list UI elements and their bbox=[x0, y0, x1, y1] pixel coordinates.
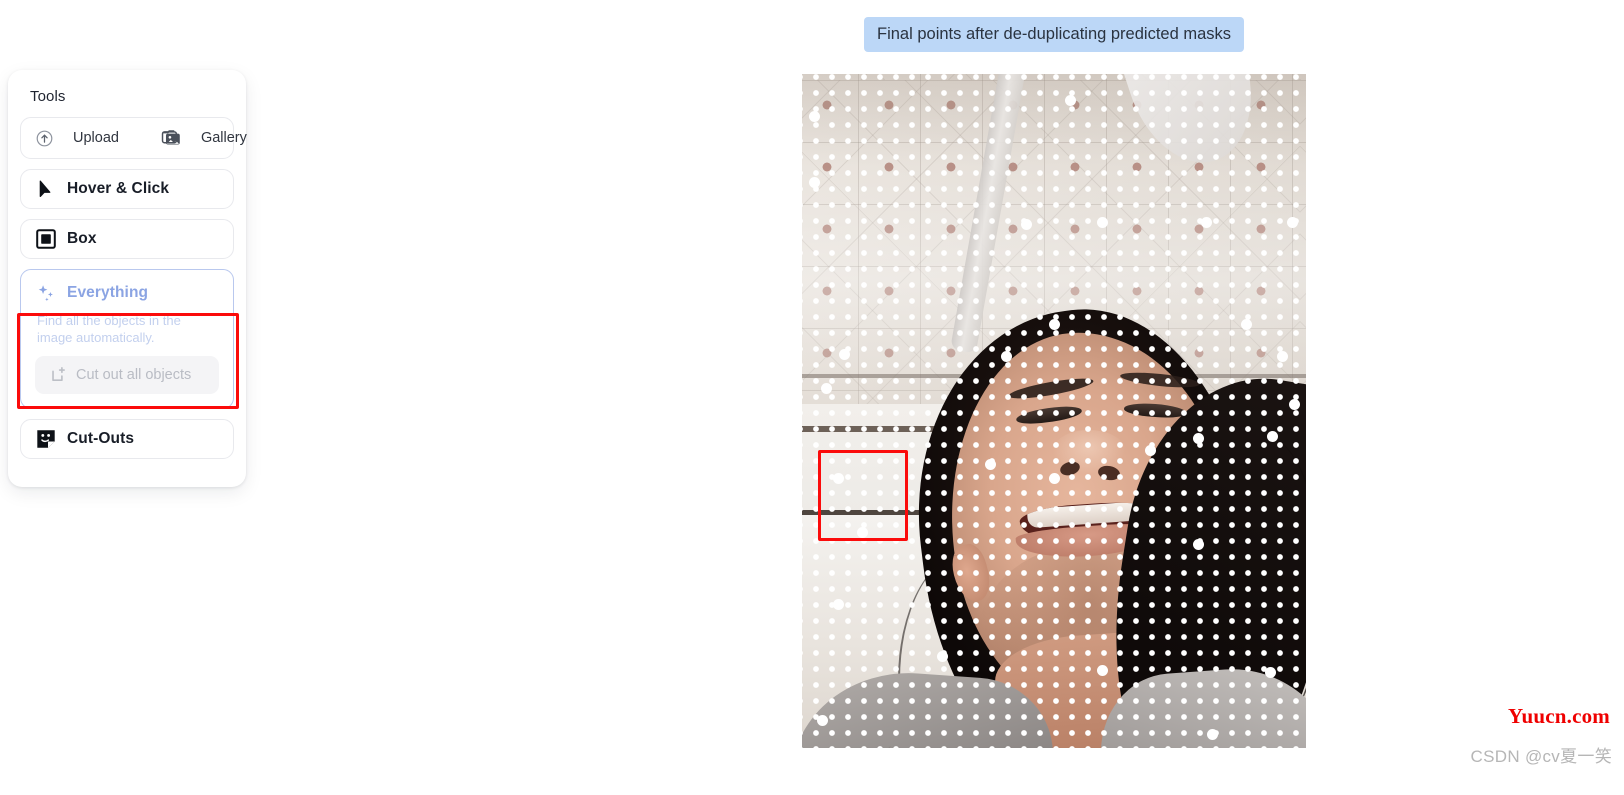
watermark-secondary: CSDN @cv夏一笑 bbox=[1470, 747, 1612, 766]
segmentation-image-canvas[interactable] bbox=[802, 74, 1306, 748]
sticker-face-icon bbox=[35, 428, 57, 450]
watermark-primary: Yuucn.com bbox=[1508, 704, 1610, 728]
cut-out-all-objects-button[interactable]: Cut out all objects bbox=[35, 356, 219, 394]
gallery-image-icon bbox=[161, 127, 183, 149]
tools-panel: Tools Upload Gallery Hover & Click Box E… bbox=[8, 70, 247, 487]
gallery-label: Gallery bbox=[200, 130, 247, 146]
everything-description: Find all the objects in the image automa… bbox=[37, 313, 181, 345]
cut-out-plus-icon bbox=[49, 364, 67, 386]
upload-label: Upload bbox=[73, 130, 119, 146]
deduplicated-point-markers bbox=[802, 74, 1306, 748]
sidebar-item-everything[interactable]: Everything Find all the objects in the i… bbox=[20, 269, 234, 409]
sidebar-item-box[interactable]: Box bbox=[20, 219, 234, 259]
cut-out-all-objects-label: Cut out all objects bbox=[76, 367, 192, 383]
everything-label: Everything bbox=[67, 284, 149, 301]
sidebar-item-cut-outs-label: Cut-Outs bbox=[67, 430, 135, 447]
square-box-icon bbox=[35, 228, 57, 250]
sidebar-item-box-label: Box bbox=[67, 230, 97, 247]
tools-panel-title: Tools bbox=[30, 88, 66, 105]
app-root: Tools Upload Gallery Hover & Click Box E… bbox=[0, 0, 1624, 795]
everything-header: Everything bbox=[35, 282, 219, 304]
sparkles-icon bbox=[35, 282, 57, 304]
page-title: Final points after de-duplicating predic… bbox=[864, 17, 1245, 52]
sidebar-item-cut-outs[interactable]: Cut-Outs bbox=[20, 419, 234, 459]
gallery-button[interactable]: Gallery bbox=[161, 127, 247, 149]
upload-gallery-row: Upload Gallery bbox=[20, 117, 247, 159]
upload-button[interactable]: Upload bbox=[33, 127, 119, 149]
sidebar-item-hover-click[interactable]: Hover & Click bbox=[20, 169, 234, 209]
upload-circle-icon bbox=[33, 127, 55, 149]
sidebar-item-hover-click-label: Hover & Click bbox=[67, 180, 170, 197]
cursor-arrow-icon bbox=[35, 178, 57, 200]
